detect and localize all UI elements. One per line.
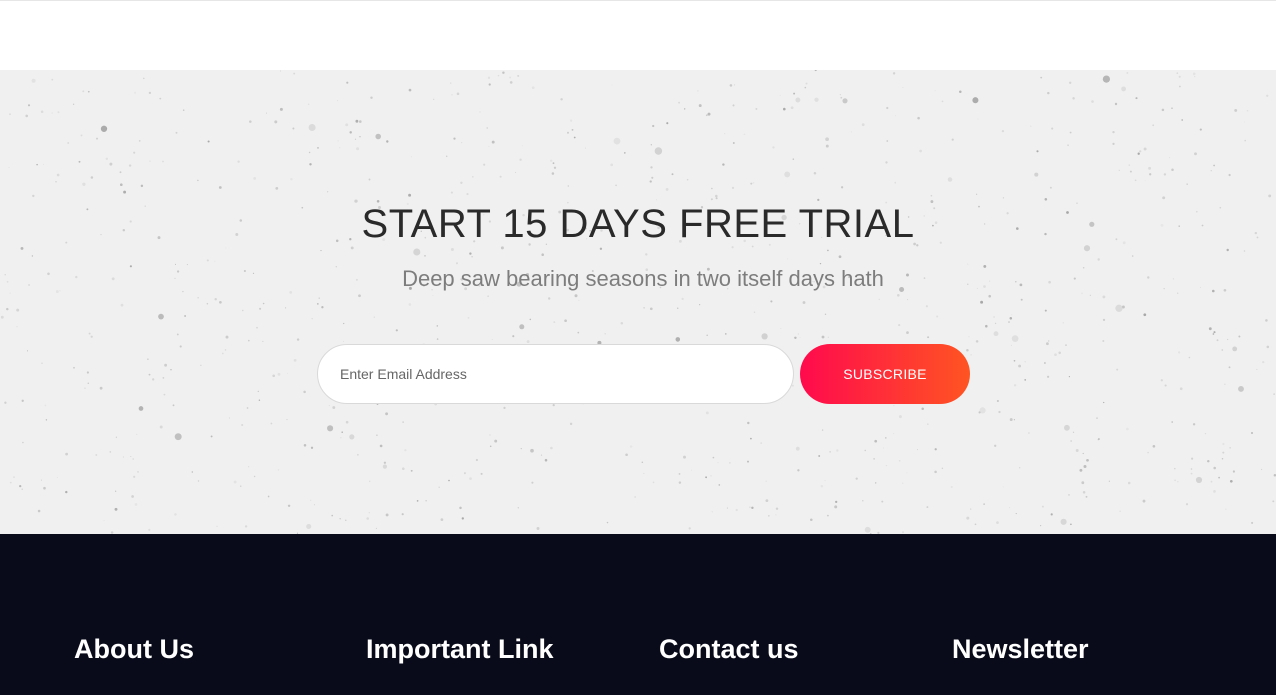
footer: About Us Important Link Contact us Newsl… xyxy=(0,534,1276,695)
subscribe-form: SUBSCRIBE xyxy=(317,344,970,404)
free-trial-section: START 15 DAYS FREE TRIAL Deep saw bearin… xyxy=(0,70,1276,534)
speckled-texture-background xyxy=(0,70,1276,534)
subscribe-button[interactable]: SUBSCRIBE xyxy=(800,344,970,404)
footer-heading-important-link: Important Link xyxy=(366,634,554,664)
footer-heading-contact-us: Contact us xyxy=(659,634,799,664)
trial-subtitle: Deep saw bearing seasons in two itself d… xyxy=(402,266,884,291)
footer-heading-about-us: About Us xyxy=(74,634,194,664)
trial-title: START 15 DAYS FREE TRIAL xyxy=(361,202,915,246)
email-input[interactable] xyxy=(317,344,794,404)
footer-heading-newsletter: Newsletter xyxy=(952,634,1089,664)
top-strip xyxy=(0,0,1276,70)
